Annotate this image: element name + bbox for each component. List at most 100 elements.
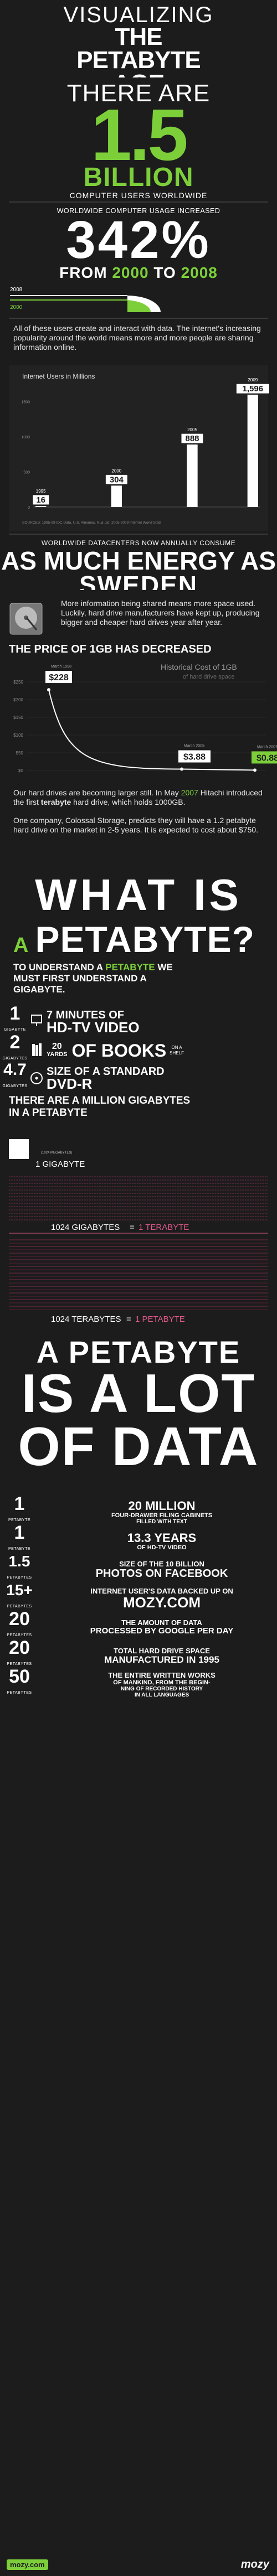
pb-fact-1: 1 PETABYTE 20 MILLION FOUR-DRAWER FILING CA… [0,1494,277,1525]
price-value: $3.88 [183,753,206,762]
price-y-tick: $150 [13,715,23,720]
gb-fact-2: 2 GIGABYTES 20 YARDS OF BOOKS ON A SHELF [2,1032,184,1061]
bar-year-2000: 2000 [111,468,121,473]
bar-year-2005: 2005 [187,427,197,432]
price-chart-sub: of hard drive space [183,674,235,680]
bar-2005 [187,444,198,507]
what-under2: MUST FIRST UNDERSTAND A [13,973,147,984]
gb-fact-3: 4.7 GIGABYTES SIZE OF A STANDARD DVD-R [2,1061,165,1092]
tb-label: 1 TERABYTE [138,1223,189,1232]
users-number: 1.5 [91,94,188,175]
internet-users-svg: Internet Users in Millions 150010005000 … [9,365,270,531]
price-line [48,689,255,771]
paragraph-terabyte: Our hard drives are becoming larger stil… [13,788,263,806]
pb-fact-4: 15+ PETABYTES INTERNET USER'S DATA BACKED … [0,1582,277,1612]
tv-icon [31,1015,42,1026]
million-line1: THERE ARE A MILLION GIGABYTES [9,1095,191,1106]
gb-fact-2-big: OF BOOKS [71,1040,167,1061]
header: VISUALIZING THE PETABYTE AGE [0,0,277,77]
fact-text: THE ENTIRE WRITTEN WORKS OF MANKIND, FROM… [108,1671,216,1699]
users-unit: BILLION [83,162,194,192]
gb-fact-2-unit: YARDS [47,1051,68,1058]
what-under1: TO UNDERSTAND A PETABYTE WE [13,962,173,973]
price-point [180,767,183,771]
terabyte-strip [9,1176,268,1220]
terabyte-year: 2007 [181,788,198,797]
fact-text: TOTAL HARD DRIVE SPACE MANUFACTURED IN 19… [104,1647,219,1665]
lot-line2: IS A LOT [21,1363,256,1424]
chart-title: Internet Users in Millions [22,373,95,380]
users-sub: COMPUTER USERS WORLDWIDE [69,191,208,200]
pb-fact-3: 1.5 PETABYTES SIZE OF THE 10 BILLION PHOTOS… [0,1553,277,1583]
paragraph-storage: More information being shared means more… [61,599,260,627]
usage-year-b: 2008 [181,264,218,281]
y-tick-label: 500 [23,470,30,474]
bar-year-1995: 1995 [36,489,46,494]
paragraph-intro: All of these users create and interact w… [13,324,261,351]
price-date: March 1998 [51,665,71,669]
usage-section: WORLDWIDE COMPUTER USAGE INCREASED 342% … [0,205,277,315]
fact-number: 50 PETABYTES [7,1666,32,1695]
gigabyte-square [9,1139,29,1159]
usage-year-a: 2000 [112,264,149,281]
what-under3: GIGABYTE. [13,984,65,995]
header-line2: THE [115,23,163,50]
chart-source: SOURCES: 1995-99 IDC Data, U.S. Almanac,… [22,521,162,525]
divider [9,201,268,203]
hard-drive-icon [9,603,43,635]
footer-logo: mozy [240,2558,269,2570]
million-line2: IN A PETABYTE [9,1107,88,1119]
what-line1: WHAT IS [35,870,242,919]
price-section: THE PRICE OF 1GB HAS DECREASED Historica… [0,643,277,786]
tb-label-eq: = [130,1223,135,1232]
gb-fact-1: 1 GIGABYTE 7 MINUTES OF HD-TV VIDEO [0,1004,277,1036]
pb-fact-6: 20 PETABYTES TOTAL HARD DRIVE SPACE MANUFAC… [0,1638,277,1669]
bar-value-2005: 888 [185,434,199,443]
energy-label: WORLDWIDE DATACENTERS NOW ANNUALLY CONSU… [41,539,236,547]
mb-note: (1024 MEGABYTES) [41,1151,72,1155]
petabyte-facts: 1 PETABYTE 20 MILLION FOUR-DRAWER FILING CA… [0,1494,277,1700]
scale-visual: (1024 MEGABYTES) 1 GIGABYTE 1024 GIGABYT… [0,1126,277,1327]
what-a: A [13,934,29,957]
price-chart-svg: Historical Cost of 1GB of hard drive spa… [13,663,277,773]
tb-label-pre: 1024 GIGABYTES [51,1223,120,1232]
footer: mozy.com mozy [0,2556,277,2576]
bar-value-2009: 1,596 [243,384,264,394]
fact-text: 20 MILLION FOUR-DRAWER FILING CABINETS FIL… [111,1499,213,1525]
gb-fact-2-count: 20 [52,1042,62,1051]
users-section: THERE ARE 1.5 BILLION COMPUTER USERS WOR… [0,82,277,201]
header-line4: AGE [0,71,277,77]
pb-fact-2: 1 PETABYTE 13.3 YEARS OF HD-TV VIDEO [0,1523,277,1554]
usage-range: FROM 2000 TO 2008 [0,264,277,281]
paragraph-colossal: One company, Colossal Storage, predicts … [13,816,259,834]
price-chart-title: Historical Cost of 1GB [161,663,237,671]
fact-text: SIZE OF THE 10 BILLION PHOTOS ON FACEBOOK [95,1559,228,1580]
lot-section: A PETABYTE IS A LOT OF DATA [0,1331,277,1497]
pb-label-pre: 1024 TERABYTES [51,1315,121,1324]
bar-2000 [111,485,122,507]
price-y-tick: $250 [13,680,23,685]
internet-users-chart: Internet Users in Millions 1500 1000 500 0 … [0,365,277,531]
header-line1: VISUALIZING [63,3,214,27]
y-tick-label: 1000 [21,436,30,439]
price-title: THE PRICE OF 1GB HAS DECREASED [9,643,212,655]
y-tick-label: 0 [28,506,30,510]
disc-icon [30,1072,43,1084]
footer-brand[interactable]: mozy.com [7,2559,48,2570]
price-value: $228 [49,673,69,682]
usage-growth-graphic: 2008 2000 [10,287,161,312]
book-icon [32,1043,42,1056]
fact-text: 13.3 YEARS OF HD-TV VIDEO [127,1530,197,1551]
usage-to: TO [153,264,176,281]
bar-value-1995: 16 [36,495,45,505]
price-point [47,688,50,692]
usage-from: FROM [59,264,107,281]
price-y-tick: $200 [13,697,23,702]
pb-fact-7: 50 PETABYTES THE ENTIRE WRITTEN WORKS OF MA… [0,1667,277,1699]
price-y-tick: $0 [18,768,23,773]
bar-year-2009: 2009 [248,377,258,382]
gb-fact-1-big: HD-TV VIDEO [47,1019,140,1036]
pb-label: 1 PETABYTE [135,1315,185,1324]
petabyte-strip [9,1239,268,1310]
price-y-tick: $50 [16,751,24,756]
